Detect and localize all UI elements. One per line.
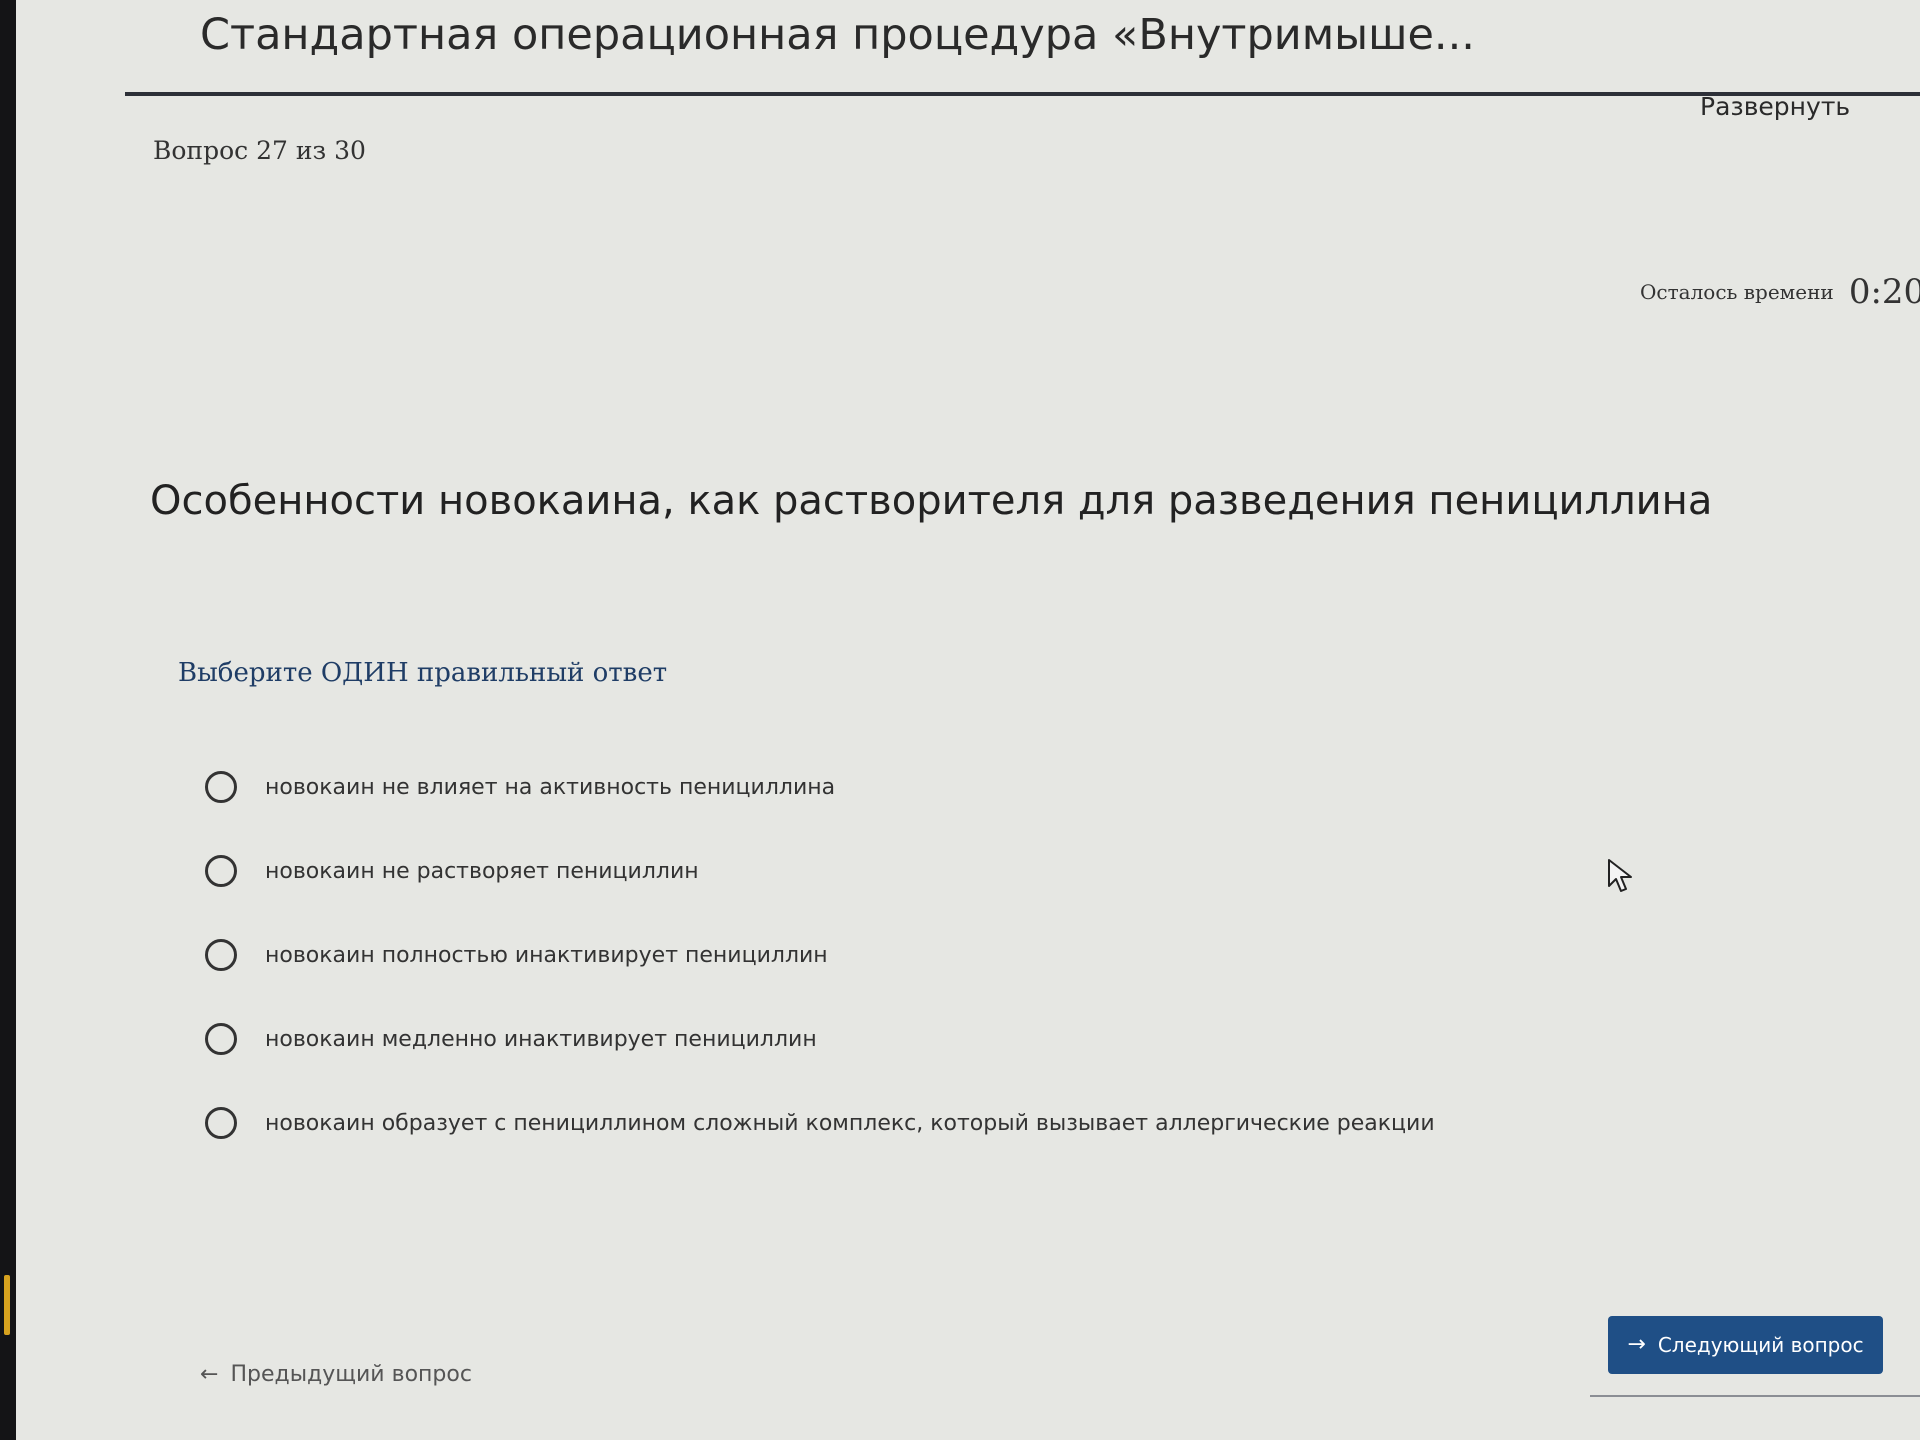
page-title: Стандартная операционная процедура «Внут… bbox=[200, 10, 1475, 60]
header-divider bbox=[125, 92, 1920, 96]
mouse-cursor-icon bbox=[1608, 859, 1632, 892]
expand-link[interactable]: Развернуть bbox=[1700, 92, 1850, 121]
answer-option-2[interactable]: новокаин не растворяет пенициллин bbox=[205, 829, 1435, 913]
question-text: Особенности новокаина, как растворителя … bbox=[150, 478, 1713, 524]
radio-button[interactable] bbox=[205, 771, 237, 803]
power-indicator bbox=[4, 1275, 10, 1335]
quiz-screen: Стандартная операционная процедура «Внут… bbox=[0, 0, 1920, 1440]
answer-option-3[interactable]: новокаин полностью инактивирует пеницилл… bbox=[205, 913, 1435, 997]
answer-option-label: новокаин образует с пенициллином сложный… bbox=[265, 1110, 1435, 1136]
next-question-label: Следующий вопрос bbox=[1657, 1333, 1864, 1357]
timer-value: 0:20: bbox=[1848, 272, 1920, 312]
previous-question-label: Предыдущий вопрос bbox=[230, 1362, 472, 1387]
monitor-bezel bbox=[0, 0, 16, 1440]
answer-option-4[interactable]: новокаин медленно инактивирует пеницилли… bbox=[205, 997, 1435, 1081]
footer-divider bbox=[1590, 1395, 1920, 1397]
radio-button[interactable] bbox=[205, 855, 237, 887]
timer-label: Осталось времени bbox=[1640, 280, 1834, 304]
answer-instruction: Выберите ОДИН правильный ответ bbox=[178, 658, 668, 688]
arrow-left-icon: ← bbox=[200, 1361, 219, 1387]
answer-option-label: новокаин не влияет на активность пеницил… bbox=[265, 774, 836, 800]
answer-option-label: новокаин полностью инактивирует пеницилл… bbox=[265, 942, 828, 968]
answer-option-label: новокаин медленно инактивирует пеницилли… bbox=[265, 1026, 817, 1052]
answer-option-label: новокаин не растворяет пенициллин bbox=[265, 858, 699, 884]
answer-option-1[interactable]: новокаин не влияет на активность пеницил… bbox=[205, 745, 1435, 829]
radio-button[interactable] bbox=[205, 1107, 237, 1139]
answer-option-5[interactable]: новокаин образует с пенициллином сложный… bbox=[205, 1081, 1435, 1165]
answer-options: новокаин не влияет на активность пеницил… bbox=[205, 745, 1435, 1165]
question-counter: Вопрос 27 из 30 bbox=[153, 136, 366, 165]
previous-question-link[interactable]: ← Предыдущий вопрос bbox=[200, 1362, 472, 1387]
radio-button[interactable] bbox=[205, 939, 237, 971]
radio-button[interactable] bbox=[205, 1023, 237, 1055]
arrow-right-icon: → bbox=[1627, 1332, 1646, 1357]
next-question-button[interactable]: → Следующий вопрос bbox=[1608, 1316, 1883, 1374]
timer: Осталось времени 0:20: bbox=[1640, 272, 1920, 312]
